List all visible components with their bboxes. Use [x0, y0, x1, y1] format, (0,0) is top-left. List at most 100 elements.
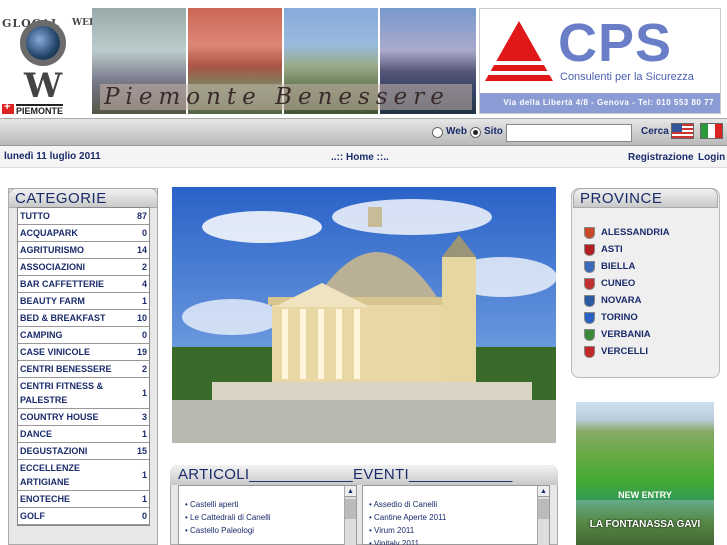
category-count: 1: [141, 388, 147, 398]
categories-list: TUTTO 87 ACQUAPARK 0 AGRITURISMO 14 ASSOCIAZIO…: [17, 207, 150, 526]
province-item[interactable]: ALESSANDRIA: [584, 224, 670, 241]
current-date: lunedì 11 luglio 2011: [4, 151, 101, 162]
category-item[interactable]: COUNTRY HOUSE 3: [18, 409, 149, 426]
category-item[interactable]: CASE VINICOLE 19: [18, 344, 149, 361]
event-link[interactable]: Assedio di Canelli: [363, 498, 549, 511]
logo-glocal-text: GLOCAL: [2, 18, 59, 30]
category-item[interactable]: BAR CAFFETTERIE 4: [18, 276, 149, 293]
category-label: BEAUTY FARM: [20, 296, 85, 306]
province-label: ASTI: [601, 244, 623, 255]
category-label: CENTRI BENESSERE: [20, 364, 112, 374]
logo-letter: W: [24, 66, 63, 106]
category-item[interactable]: ECCELLENZE ARTIGIANE 1: [18, 460, 149, 491]
province-item[interactable]: BIELLA: [584, 258, 670, 275]
nav-row: lunedì 11 luglio 2011 ..:: Home ::.. Reg…: [0, 146, 727, 168]
glocal-wellness-logo[interactable]: GLOCAL W WELLNESS PIEMONTE: [0, 6, 130, 116]
scroll-up-icon[interactable]: ▲: [538, 486, 549, 497]
province-label: ALESSANDRIA: [601, 227, 670, 238]
category-label: ENOTECHE: [20, 494, 71, 504]
articles-list-panel: Castelli apertiLe Cattedrali di CanelliC…: [178, 485, 357, 545]
search-input[interactable]: [506, 124, 632, 142]
category-item[interactable]: DANCE 1: [18, 426, 149, 443]
radio-web[interactable]: [432, 127, 443, 138]
province-item[interactable]: VERBANIA: [584, 326, 670, 343]
category-label: ACQUAPARK: [20, 228, 78, 238]
category-item[interactable]: CENTRI BENESSERE 2: [18, 361, 149, 378]
category-item[interactable]: BED & BREAKFAST 10: [18, 310, 149, 327]
category-item[interactable]: AGRITURISMO 14: [18, 242, 149, 259]
category-item[interactable]: BEAUTY FARM 1: [18, 293, 149, 310]
hero-image-superga-basilica: [172, 187, 556, 443]
province-shield-icon: [584, 226, 595, 239]
category-item[interactable]: CENTRI FITNESS & PALESTRE 1: [18, 378, 149, 409]
category-item[interactable]: ACQUAPARK 0: [18, 225, 149, 242]
category-item[interactable]: GOLF 0: [18, 508, 149, 525]
hero-illustration: [172, 187, 556, 443]
categories-title: CATEGORIE: [8, 188, 158, 208]
events-list-panel: Assedio di CanelliCantine Aperte 2011Vir…: [362, 485, 550, 545]
province-item[interactable]: NOVARA: [584, 292, 670, 309]
cps-advert[interactable]: CPS Consulenti per la Sicurezza Via dell…: [479, 8, 721, 114]
category-item[interactable]: TUTTO 87: [18, 208, 149, 225]
ad-la-fontanassa-title[interactable]: LA FONTANASSA GAVI: [576, 519, 714, 531]
radio-site-label: Sito: [484, 126, 503, 137]
category-count: 1: [141, 429, 147, 439]
category-count: 15: [136, 446, 147, 456]
register-link[interactable]: Registrazione: [628, 152, 694, 163]
category-count: 1: [141, 494, 147, 504]
article-link[interactable]: Castelli aperti: [179, 498, 356, 511]
english-flag-icon[interactable]: [671, 123, 694, 139]
login-link[interactable]: Login: [698, 152, 725, 163]
cps-logo-text: CPS: [558, 13, 673, 73]
italian-flag-icon[interactable]: [700, 123, 723, 139]
province-shield-icon: [584, 260, 595, 273]
category-label: DEGUSTAZIONI: [20, 446, 88, 456]
province-shield-icon: [584, 328, 595, 341]
province-item[interactable]: VERCELLI: [584, 343, 670, 360]
category-label: BED & BREAKFAST: [20, 313, 106, 323]
category-label: COUNTRY HOUSE: [20, 412, 99, 422]
scroll-up-icon[interactable]: ▲: [345, 486, 356, 497]
articles-scrollbar[interactable]: ▲: [344, 486, 356, 545]
province-shield-icon: [584, 345, 595, 358]
site-header: GLOCAL W WELLNESS PIEMONTE Piemonte Bene…: [0, 0, 727, 118]
category-item[interactable]: CAMPING 0: [18, 327, 149, 344]
event-link[interactable]: Virum 2011: [363, 524, 549, 537]
radio-site[interactable]: [470, 127, 481, 138]
article-link[interactable]: Castello Paleologi: [179, 524, 356, 537]
category-count: 2: [141, 262, 147, 272]
province-label: CUNEO: [601, 278, 636, 289]
articles-events-title: ARTICOLI____________EVENTI____________: [170, 465, 558, 485]
province-item[interactable]: TORINO: [584, 309, 670, 326]
province-shield-icon: [584, 277, 595, 290]
article-link[interactable]: Le Cattedrali di Canelli: [179, 511, 356, 524]
category-label: AGRITURISMO: [20, 245, 84, 255]
category-label: ASSOCIAZIONI: [20, 262, 86, 272]
search-button[interactable]: Cerca: [641, 126, 669, 137]
scroll-thumb[interactable]: [345, 499, 356, 519]
province-item[interactable]: ASTI: [584, 241, 670, 258]
category-item[interactable]: ENOTECHE 1: [18, 491, 149, 508]
ad-new-entry-photo[interactable]: [576, 402, 714, 500]
category-label: CAMPING: [20, 330, 63, 340]
logo-globe-icon: [20, 20, 66, 66]
category-label: BAR CAFFETTERIE: [20, 279, 104, 289]
province-shield-icon: [584, 311, 595, 324]
events-scrollbar[interactable]: ▲: [537, 486, 549, 545]
province-item[interactable]: CUNEO: [584, 275, 670, 292]
home-link[interactable]: ..:: Home ::..: [331, 152, 389, 163]
category-item[interactable]: DEGUSTAZIONI 15: [18, 443, 149, 460]
category-count: 14: [136, 245, 147, 255]
province-label: NOVARA: [601, 295, 642, 306]
category-label: DANCE: [20, 429, 53, 439]
event-link[interactable]: Cantine Aperte 2011: [363, 511, 549, 524]
category-label: ECCELLENZE ARTIGIANE: [20, 463, 81, 487]
category-count: 3: [141, 412, 147, 422]
ad-new-entry-caption[interactable]: NEW ENTRY: [576, 490, 714, 500]
cps-subtitle: Consulenti per la Sicurezza: [560, 71, 694, 83]
province-shield-icon: [584, 243, 595, 256]
logo-region-text: PIEMONTE: [16, 104, 64, 116]
scroll-thumb[interactable]: [538, 499, 549, 519]
event-link[interactable]: Vinitaly 2011: [363, 537, 549, 545]
category-item[interactable]: ASSOCIAZIONI 2: [18, 259, 149, 276]
